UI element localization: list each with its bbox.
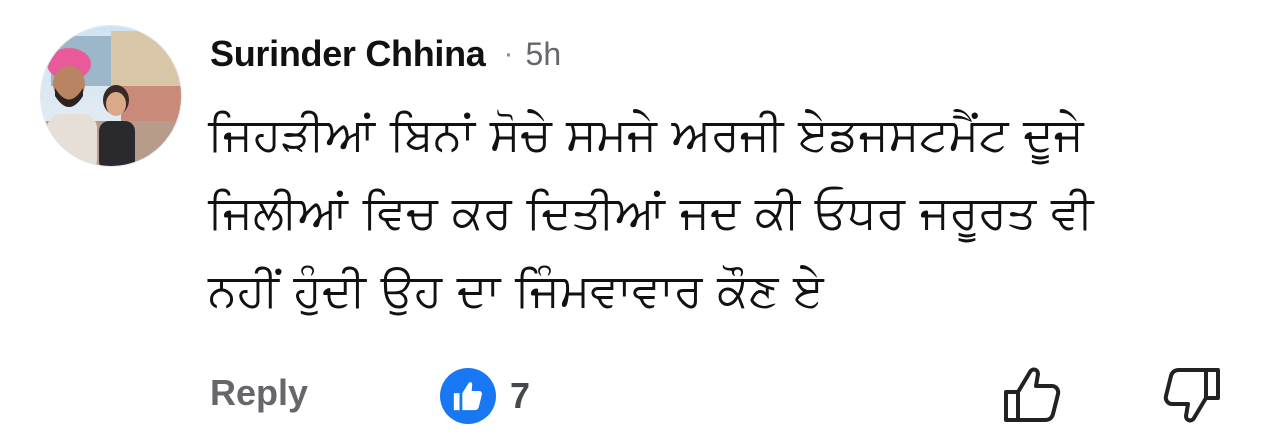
author-avatar[interactable]	[40, 25, 182, 167]
comment-text: ਜਿਹੜੀਆਂ ਬਿਨਾਂ ਸੋਚੇ ਸਮਜੇ ਅਰਜੀ ਏਡਜਸਟਮੈਂਟ ਦ…	[208, 95, 1228, 329]
thumbs-up-outline-icon	[1004, 367, 1061, 422]
avatar-photo-icon	[41, 26, 181, 166]
comment-text-line: ਜਿਹੜੀਆਂ ਬਿਨਾਂ ਸੋਚੇ ਸਮਜੇ ਅਰਜੀ ਏਡਜਸਟਮੈਂਟ ਦ…	[208, 107, 1084, 161]
like-button[interactable]	[1000, 362, 1066, 428]
comment-timestamp[interactable]: 5h	[526, 36, 562, 73]
comment-text-line: ਜਿਲੀਆਂ ਵਿਚ ਕਰ ਦਿਤੀਆਂ ਜਦ ਕੀ ਓਧਰ ਜਰੂਰਤ ਵੀ	[208, 185, 1094, 239]
comment: Surinder Chhina · 5h ਜਿਹੜੀਆਂ ਬਿਨਾਂ ਸੋਚੇ …	[0, 0, 1270, 438]
thumbs-down-outline-icon	[1163, 368, 1220, 423]
reaction-summary[interactable]: 7	[440, 368, 530, 424]
meta-separator: ·	[503, 37, 514, 70]
reaction-count: 7	[510, 375, 531, 416]
author-name[interactable]: Surinder Chhina	[210, 33, 486, 75]
reply-button[interactable]: Reply	[210, 372, 308, 414]
dislike-button[interactable]	[1158, 362, 1224, 428]
thumbs-up-reaction-icon	[440, 368, 496, 424]
comment-actions: Reply 7	[0, 360, 1270, 430]
comment-text-line: ਨਹੀਂ ਹੁੰਦੀ ਉਹ ਦਾ ਜਿੰਮਵਾਵਾਰ ਕੌਣ ਏ	[208, 263, 824, 317]
comment-header: Surinder Chhina · 5h	[210, 30, 561, 78]
